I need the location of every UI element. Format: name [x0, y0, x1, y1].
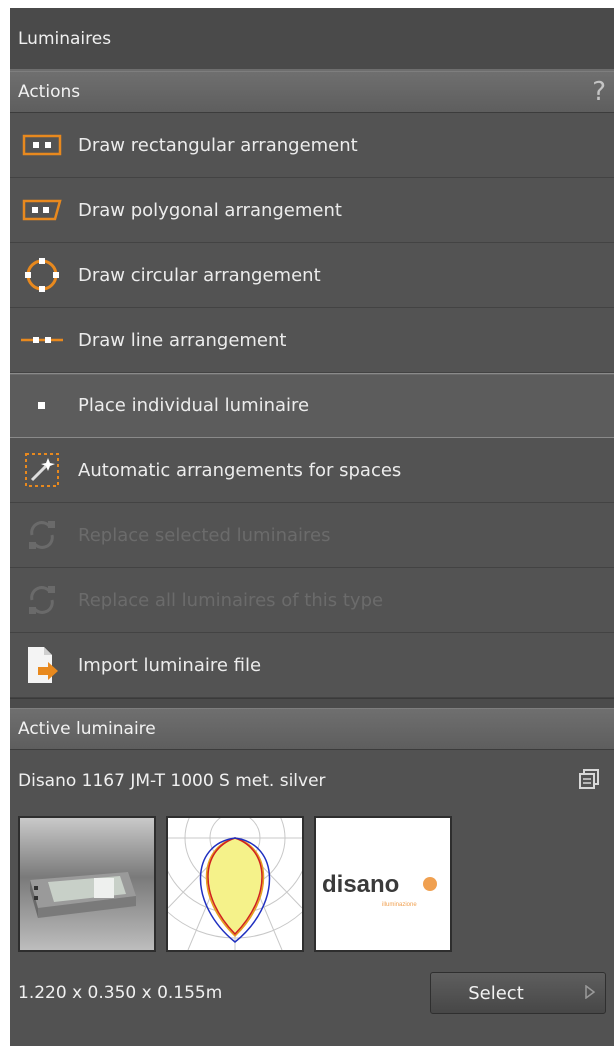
select-button-label: Select — [468, 982, 524, 1004]
logo-subtext: illuminazione — [382, 902, 417, 908]
action-label: Automatic arrangements for spaces — [78, 459, 402, 481]
circular-arrangement-icon — [18, 255, 66, 295]
light-distribution-curve — [166, 816, 304, 952]
individual-luminaire-icon — [18, 386, 66, 426]
help-icon[interactable]: ? — [592, 79, 606, 105]
luminaire-dimensions: 1.220 x 0.350 x 0.155m — [18, 983, 223, 1003]
active-luminaire-name-row: Disano 1167 JM-T 1000 S met. silver — [10, 750, 614, 812]
action-draw-circular[interactable]: Draw circular arrangement — [10, 243, 614, 308]
replace-icon — [18, 515, 66, 555]
import-file-icon — [18, 645, 66, 685]
action-label: Draw polygonal arrangement — [78, 199, 342, 221]
action-label: Draw line arrangement — [78, 329, 287, 351]
logo-text: disano — [322, 871, 399, 898]
chevron-right-icon — [585, 983, 596, 1004]
active-luminaire-footer: 1.220 x 0.350 x 0.155m Select — [10, 970, 614, 1016]
panel-title: Luminaires — [10, 8, 614, 71]
active-luminaire-name: Disano 1167 JM-T 1000 S met. silver — [18, 771, 326, 791]
copy-details-icon[interactable] — [578, 768, 600, 795]
action-draw-line[interactable]: Draw line arrangement — [10, 308, 614, 373]
select-luminaire-button[interactable]: Select — [430, 972, 606, 1014]
replace-all-icon — [18, 580, 66, 620]
action-place-individual[interactable]: Place individual luminaire — [10, 373, 614, 438]
action-import-file[interactable]: Import luminaire file — [10, 633, 614, 698]
manufacturer-logo: disano illuminazione — [314, 816, 452, 952]
action-automatic-arrangements[interactable]: Automatic arrangements for spaces — [10, 438, 614, 503]
luminaires-panel: Luminaires Actions ? Draw rectangular ar… — [10, 8, 614, 1046]
action-label: Draw rectangular arrangement — [78, 134, 358, 156]
line-arrangement-icon — [18, 320, 66, 360]
action-label: Place individual luminaire — [78, 395, 310, 416]
rectangular-arrangement-icon — [18, 125, 66, 165]
action-draw-polygonal[interactable]: Draw polygonal arrangement — [10, 178, 614, 243]
luminaire-photo — [18, 816, 156, 952]
section-divider — [10, 698, 614, 708]
action-label: Import luminaire file — [78, 654, 262, 676]
actions-section-header[interactable]: Actions ? — [10, 71, 614, 113]
action-label: Draw circular arrangement — [78, 264, 321, 286]
magic-wand-icon — [18, 450, 66, 490]
action-replace-all[interactable]: Replace all luminaires of this type — [10, 568, 614, 633]
polygonal-arrangement-icon — [18, 190, 66, 230]
panel-title-text: Luminaires — [18, 28, 112, 49]
action-label: Replace all luminaires of this type — [78, 589, 384, 611]
action-draw-rectangular[interactable]: Draw rectangular arrangement — [10, 113, 614, 178]
actions-header-text: Actions — [18, 82, 81, 102]
active-luminaire-header: Active luminaire — [10, 708, 614, 750]
action-label: Replace selected luminaires — [78, 524, 331, 546]
action-replace-selected[interactable]: Replace selected luminaires — [10, 503, 614, 568]
luminaire-thumbnails: disano illuminazione — [10, 816, 614, 952]
active-luminaire-header-text: Active luminaire — [18, 719, 156, 739]
